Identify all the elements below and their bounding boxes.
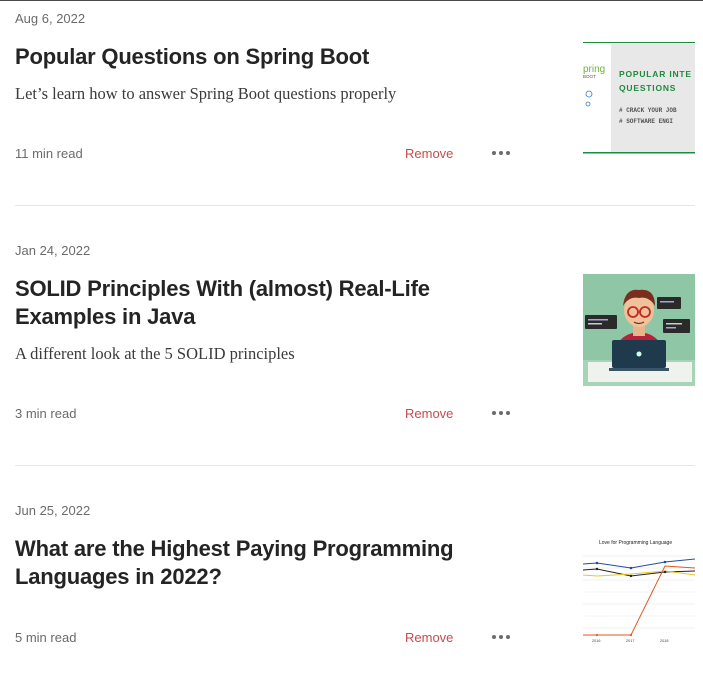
thumb-brand-sub: BOOT [583,74,596,79]
thumb-line-2: # SOFTWARE ENGI [619,118,673,125]
thumb-heading-2: QUESTIONS [619,83,676,93]
more-options-icon[interactable] [490,631,512,643]
read-time: 3 min read [15,406,77,421]
article-date: Jun 25, 2022 [15,503,91,518]
remove-button[interactable]: Remove [405,146,453,161]
article-title[interactable]: SOLID Principles With (almost) Real-Life… [15,275,485,331]
thumb-line-1: # CRACK YOUR JOB [619,107,677,114]
article-title[interactable]: What are the Highest Paying Programming … [15,535,485,591]
developer-illustration-image [583,274,695,386]
article-card[interactable]: Jan 24, 2022 SOLID Principles With (almo… [0,206,703,466]
article-date: Aug 6, 2022 [15,11,86,26]
spring-boot-thumbnail-image: pring BOOT POPULAR INTE QUESTIONS # CRAC… [583,42,695,154]
more-options-icon[interactable] [490,407,512,419]
article-date: Jan 24, 2022 [15,243,91,258]
thumb-heading-1: POPULAR INTE [619,69,692,79]
article-title[interactable]: Popular Questions on Spring Boot [15,43,485,71]
remove-button[interactable]: Remove [405,406,453,421]
language-chart-thumbnail-image: Love for Programming Language 2016 2017 … [583,534,695,646]
thumb-x-label: 2016 [592,639,600,643]
article-thumbnail[interactable]: Love for Programming Language 2016 2017 … [583,534,695,646]
thumb-chart-title: Love for Programming Language [599,540,672,546]
more-options-icon[interactable] [490,147,512,159]
article-card[interactable]: Jun 25, 2022 What are the Highest Paying… [0,466,703,688]
remove-button[interactable]: Remove [405,630,453,645]
thumb-x-label: 2018 [660,639,668,643]
article-thumbnail[interactable]: pring BOOT POPULAR INTE QUESTIONS # CRAC… [583,42,695,154]
article-subtitle: A different look at the 5 SOLID principl… [15,344,295,363]
article-card[interactable]: Aug 6, 2022 Popular Questions on Spring … [0,0,703,206]
article-thumbnail[interactable] [583,274,695,386]
read-time: 11 min read [15,146,83,161]
read-time: 5 min read [15,630,77,645]
article-subtitle: Let’s learn how to answer Spring Boot qu… [15,84,397,103]
thumb-x-label: 2017 [626,639,634,643]
